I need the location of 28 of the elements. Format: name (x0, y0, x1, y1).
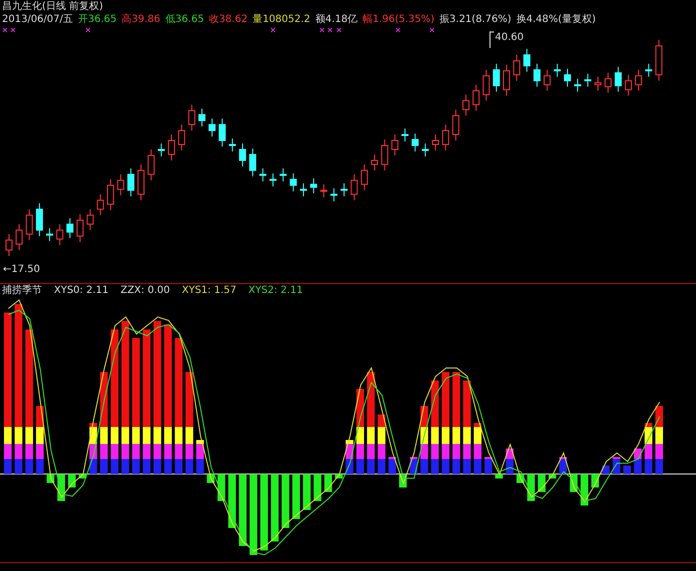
price-marker-line (490, 32, 494, 48)
stock-title: 昌九生化(日线 前复权) (2, 0, 103, 13)
price-label: ←17.50 (3, 264, 40, 275)
date-text: 2013/06/07/五 (2, 13, 74, 26)
quote-value: 额4.18亿 (315, 13, 358, 26)
cross-marker-icon (396, 28, 400, 32)
cross-marker-icon (320, 28, 324, 32)
indicator-value: ZZX: 0.00 (120, 284, 170, 297)
price-label: 40.60 (495, 32, 524, 43)
cross-marker-icon (2, 28, 8, 32)
cross-marker-icon (10, 28, 16, 32)
indicator-value: XYS0: 2.11 (54, 284, 108, 297)
quote-value: 振3.21(8.76%) (439, 13, 512, 26)
indicator-value: XYS1: 1.57 (182, 284, 236, 297)
quote-value: 高39.86 (122, 13, 160, 26)
quote-value: 开36.65 (78, 13, 117, 26)
quote-value: 低36.65 (165, 13, 204, 26)
cross-marker-icon (430, 28, 434, 32)
quote-value: 换4.48%(量复权) (516, 13, 596, 26)
cross-marker-icon (328, 28, 332, 32)
indicator-value: XYS2: 2.11 (248, 284, 303, 297)
quote-value: 量108052.2 (252, 13, 310, 26)
cross-marker-icon (270, 28, 276, 32)
quote-value: 幅1.96(5.35%) (362, 13, 434, 26)
cross-marker-icon (86, 28, 90, 32)
cross-marker-icon (336, 28, 342, 32)
indicator-name: 捕捞季节 (2, 284, 42, 297)
quote-value: 收38.62 (208, 13, 248, 26)
